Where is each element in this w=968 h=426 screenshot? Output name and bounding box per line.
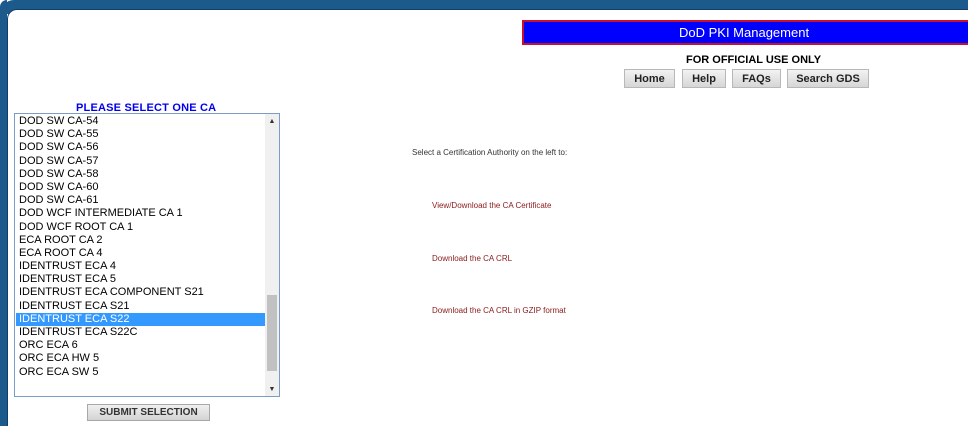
download-ca-crl-link[interactable]: Download the CA CRL <box>432 254 512 263</box>
scrollbar-thumb[interactable] <box>267 295 277 371</box>
list-item[interactable]: IDENTRUST ECA COMPONENT S21 <box>16 286 266 299</box>
page-banner: DoD PKI Management <box>522 20 968 45</box>
list-item[interactable]: IDENTRUST ECA 4 <box>16 260 266 273</box>
frame-left-border <box>0 0 7 426</box>
list-item[interactable]: DOD SW CA-55 <box>16 128 266 141</box>
view-download-ca-certificate-link[interactable]: View/Download the CA Certificate <box>432 201 551 210</box>
listbox-scrollbar[interactable]: ▲ ▼ <box>265 114 279 396</box>
home-button[interactable]: Home <box>624 69 675 88</box>
submit-selection-button[interactable]: SUBMIT SELECTION <box>87 404 210 421</box>
list-item[interactable]: IDENTRUST ECA 5 <box>16 273 266 286</box>
list-item[interactable]: DOD SW CA-57 <box>16 155 266 168</box>
banner-title: DoD PKI Management <box>679 25 810 40</box>
list-item[interactable]: ECA ROOT CA 2 <box>16 234 266 247</box>
ca-listbox[interactable]: DOD SW CA-54 DOD SW CA-55 DOD SW CA-56 DOD … <box>14 113 280 397</box>
instruction-text: Select a Certification Authority on the … <box>412 148 568 157</box>
list-item[interactable]: DOD WCF INTERMEDIATE CA 1 <box>16 207 266 220</box>
faqs-button[interactable]: FAQs <box>732 69 781 88</box>
classification-label: FOR OFFICIAL USE ONLY <box>686 54 822 66</box>
scroll-down-arrow-icon[interactable]: ▼ <box>265 382 279 396</box>
list-item[interactable]: DOD SW CA-60 <box>16 181 266 194</box>
list-item[interactable]: DOD SW CA-58 <box>16 168 266 181</box>
list-item[interactable]: DOD SW CA-54 <box>16 115 266 128</box>
list-item[interactable]: IDENTRUST ECA S22 <box>16 312 266 326</box>
help-button[interactable]: Help <box>682 69 726 88</box>
download-ca-crl-gzip-link[interactable]: Download the CA CRL in GZIP format <box>432 306 566 315</box>
list-item[interactable]: DOD WCF ROOT CA 1 <box>16 221 266 234</box>
list-item[interactable]: ORC ECA HW 5 <box>16 352 266 365</box>
list-item[interactable]: DOD SW CA-56 <box>16 141 266 154</box>
list-item[interactable]: ORC ECA 6 <box>16 339 266 352</box>
ca-list-items: DOD SW CA-54 DOD SW CA-55 DOD SW CA-56 DOD … <box>16 115 266 379</box>
scroll-up-arrow-icon[interactable]: ▲ <box>265 114 279 128</box>
list-item[interactable]: DOD SW CA-61 <box>16 194 266 207</box>
list-item[interactable]: ORC ECA SW 5 <box>16 366 266 379</box>
list-item[interactable]: ECA ROOT CA 4 <box>16 247 266 260</box>
search-gds-button[interactable]: Search GDS <box>787 69 869 88</box>
list-item[interactable]: IDENTRUST ECA S21 <box>16 300 266 313</box>
list-item[interactable]: IDENTRUST ECA S22C <box>16 326 266 339</box>
